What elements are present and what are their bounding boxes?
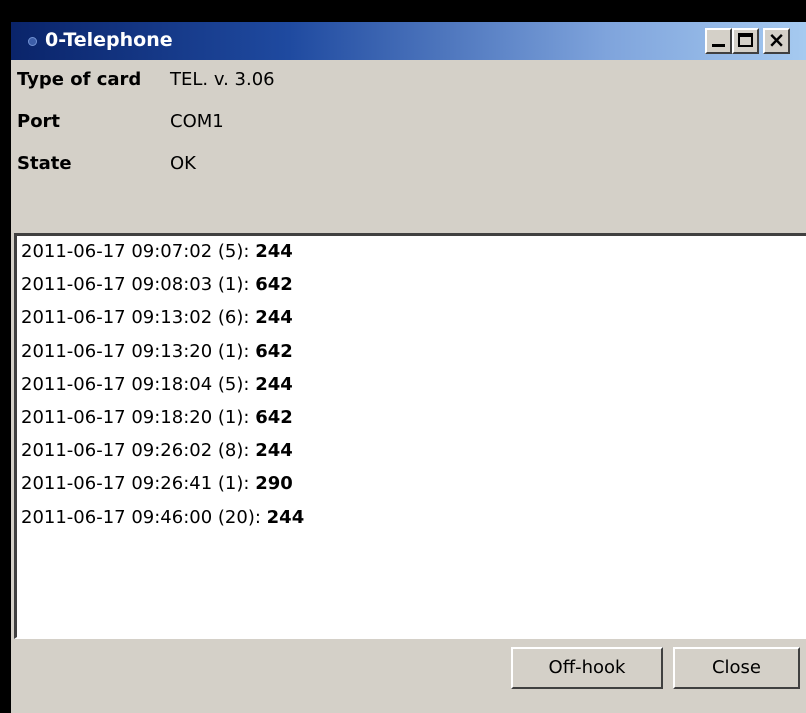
call-log-list[interactable]: 2011-06-17 09:07:02 (5): 244 2011-06-17 0… bbox=[14, 233, 806, 639]
close-button[interactable]: Close bbox=[673, 647, 800, 689]
log-entry-timestamp: 2011-06-17 09:18:04 (5): bbox=[21, 373, 256, 395]
log-entry-timestamp: 2011-06-17 09:26:02 (8): bbox=[21, 440, 256, 462]
log-entry-timestamp: 2011-06-17 09:46:00 (20): bbox=[21, 506, 267, 528]
maximize-button[interactable] bbox=[732, 28, 759, 54]
window-title: 0-Telephone bbox=[45, 29, 173, 51]
log-entry-number: 244 bbox=[255, 373, 293, 395]
log-entry: 2011-06-17 09:46:00 (20): 244 bbox=[21, 507, 304, 535]
type-of-card-label: Type of card bbox=[17, 69, 142, 90]
telephone-window: 0-Telephone × Type of card TEL. v. 3.06 … bbox=[11, 22, 806, 713]
title-bar[interactable]: 0-Telephone × bbox=[11, 22, 806, 60]
log-entry: 2011-06-17 09:26:41 (1): 290 bbox=[21, 473, 293, 501]
log-entry: 2011-06-17 09:26:02 (8): 244 bbox=[21, 440, 293, 468]
log-entry: 2011-06-17 09:18:20 (1): 642 bbox=[21, 407, 293, 435]
port-label: Port bbox=[17, 111, 61, 132]
app-icon bbox=[28, 37, 37, 46]
log-entry-number: 244 bbox=[255, 241, 293, 262]
log-entry-number: 642 bbox=[255, 340, 293, 362]
port-value: COM1 bbox=[170, 111, 224, 132]
state-value: OK bbox=[170, 153, 196, 174]
window-outer-frame: 0-Telephone × Type of card TEL. v. 3.06 … bbox=[0, 0, 806, 713]
log-entry-number: 290 bbox=[255, 473, 293, 495]
log-entry-timestamp: 2011-06-17 09:07:02 (5): bbox=[21, 241, 256, 262]
log-entry-number: 244 bbox=[255, 440, 293, 462]
log-entry: 2011-06-17 09:13:20 (1): 642 bbox=[21, 341, 293, 369]
log-entry-timestamp: 2011-06-17 09:26:41 (1): bbox=[21, 473, 256, 495]
log-entry-number: 642 bbox=[255, 407, 293, 428]
log-entry-timestamp: 2011-06-17 09:18:20 (1): bbox=[21, 407, 256, 428]
off-hook-button[interactable]: Off-hook bbox=[511, 647, 663, 689]
log-entry-number: 244 bbox=[266, 506, 305, 528]
close-window-button[interactable]: × bbox=[763, 28, 790, 54]
log-entry-number: 642 bbox=[255, 274, 293, 296]
log-entry-number: 244 bbox=[255, 307, 293, 329]
log-entry-timestamp: 2011-06-17 09:13:20 (1): bbox=[21, 340, 256, 362]
log-entry-timestamp: 2011-06-17 09:13:02 (6): bbox=[21, 307, 256, 329]
minimize-button[interactable] bbox=[705, 28, 732, 54]
log-entry: 2011-06-17 09:18:04 (5): 244 bbox=[21, 374, 293, 402]
log-entry: 2011-06-17 09:07:02 (5): 244 bbox=[21, 241, 293, 269]
maximize-icon bbox=[738, 33, 753, 47]
log-entry: 2011-06-17 09:13:02 (6): 244 bbox=[21, 307, 293, 335]
log-entry: 2011-06-17 09:08:03 (1): 642 bbox=[21, 274, 293, 302]
type-of-card-value: TEL. v. 3.06 bbox=[170, 69, 275, 90]
close-icon: × bbox=[767, 28, 786, 52]
minimize-icon bbox=[712, 44, 725, 47]
state-label: State bbox=[17, 153, 72, 174]
log-entry-timestamp: 2011-06-17 09:08:03 (1): bbox=[21, 274, 256, 296]
